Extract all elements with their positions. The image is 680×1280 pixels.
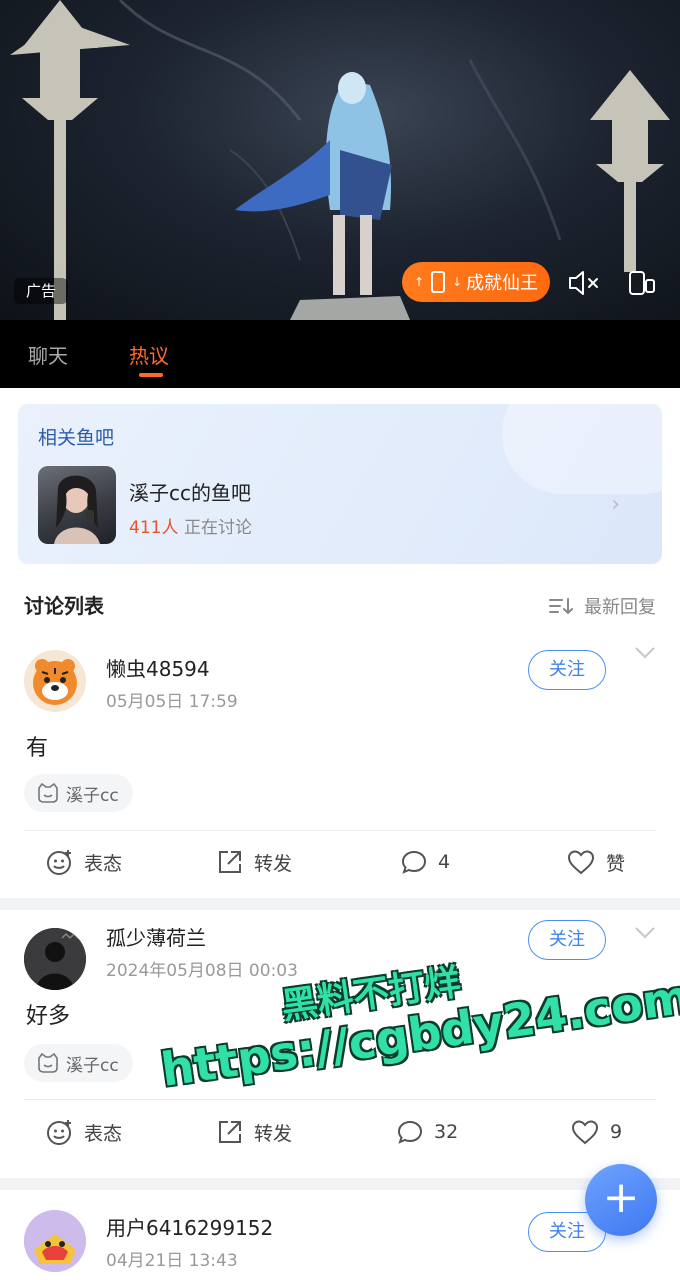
post-body[interactable]: 好多 [26, 998, 70, 1030]
share-icon [219, 851, 241, 873]
post-separator [0, 898, 680, 910]
like-button[interactable]: 赞 [566, 840, 625, 884]
chevron-right-icon: › [611, 492, 620, 517]
arrow-up-icon: ↑ [413, 275, 424, 289]
fish-bar-status: 正在讨论 [184, 518, 252, 538]
user-avatar[interactable] [24, 1210, 86, 1272]
rotate-screen-icon[interactable] [624, 266, 660, 300]
share-icon [219, 1121, 241, 1143]
like-label: 赞 [606, 852, 626, 875]
user-avatar[interactable] [24, 650, 86, 712]
mute-icon[interactable] [566, 266, 602, 300]
follow-button[interactable]: 关注 [528, 650, 606, 690]
heart-icon [571, 1120, 599, 1145]
post-body[interactable]: 有 [26, 730, 48, 762]
active-tab-indicator [139, 373, 163, 377]
comment-icon [397, 1120, 423, 1144]
related-fish-bar-card[interactable]: 相关鱼吧 溪子cc的鱼吧 411人 正在讨论 › [18, 404, 662, 564]
fish-bar-icon [38, 1052, 58, 1073]
share-button[interactable]: 转发 [216, 1110, 292, 1154]
arrow-down-icon: ↓ [452, 275, 463, 289]
post-topic-label: 溪子cc [66, 785, 119, 806]
fish-bar-member-count: 411人 [129, 518, 179, 538]
post-item[interactable]: 懒虫48594 05月05日 17:59 关注 有 溪子cc 表态 转发 4 赞 [0, 632, 680, 898]
comment-count: 4 [438, 851, 451, 873]
fish-bar-avatar [38, 466, 116, 544]
react-button[interactable]: 表态 [46, 840, 122, 884]
video-ad-banner[interactable]: 广告 ↑ ↓ 成就仙王 [0, 0, 680, 320]
share-label: 转发 [254, 1122, 293, 1145]
user-avatar[interactable] [24, 928, 86, 990]
like-count: 9 [610, 1121, 623, 1143]
sort-dropdown[interactable]: 最新回复 [548, 593, 656, 619]
post-separator [0, 1178, 680, 1190]
main-content: 相关鱼吧 溪子cc的鱼吧 411人 正在讨论 › 讨论列表 最新回复 懒虫485… [0, 388, 680, 1280]
tab-bar: 聊天 热议 [0, 320, 680, 388]
react-button[interactable]: 表态 [46, 1110, 122, 1154]
chevron-down-icon[interactable] [634, 926, 656, 940]
post-username[interactable]: 孤少薄荷兰 [106, 922, 206, 951]
tab-hot-discussion[interactable]: 热议 [129, 340, 169, 369]
related-card-title: 相关鱼吧 [38, 427, 115, 449]
post-item[interactable]: 孤少薄荷兰 2024年05月08日 00:03 关注 好多 溪子cc 表态 转发… [0, 910, 680, 1178]
share-button[interactable]: 转发 [216, 840, 292, 884]
post-topic-tag[interactable]: 溪子cc [24, 1044, 133, 1082]
emoji-add-icon [47, 850, 71, 875]
post-time: 2024年05月08日 00:03 [106, 961, 298, 981]
post-username[interactable]: 懒虫48594 [106, 653, 210, 682]
post-topic-tag[interactable]: 溪子cc [24, 774, 133, 812]
post-item[interactable]: 用户6416299152 04月21日 13:43 关注 [0, 1190, 680, 1280]
comment-icon [401, 850, 427, 874]
card-decoration [502, 404, 662, 494]
react-label: 表态 [84, 852, 123, 875]
promo-label: 成就仙王 [466, 273, 539, 294]
like-button[interactable]: 9 [570, 1110, 622, 1154]
create-post-button[interactable]: + [585, 1164, 657, 1236]
heart-icon [567, 850, 595, 875]
share-label: 转发 [254, 852, 293, 875]
tab-chat[interactable]: 聊天 [28, 340, 68, 369]
comment-button[interactable]: 4 [400, 840, 450, 884]
follow-button[interactable]: 关注 [528, 920, 606, 960]
sort-label: 最新回复 [584, 597, 656, 618]
promo-button[interactable]: ↑ ↓ 成就仙王 [402, 262, 550, 302]
phone-icon [431, 271, 445, 293]
post-time: 04月21日 13:43 [106, 1251, 238, 1271]
comment-button[interactable]: 32 [396, 1110, 458, 1154]
chevron-down-icon[interactable] [634, 646, 656, 660]
ad-label: 广告 [14, 278, 69, 304]
divider [24, 830, 656, 831]
sort-icon [549, 598, 573, 614]
discussion-list-title: 讨论列表 [24, 594, 104, 618]
post-topic-label: 溪子cc [66, 1055, 119, 1076]
fish-bar-icon [38, 782, 58, 803]
post-time: 05月05日 17:59 [106, 692, 238, 712]
fish-bar-name: 溪子cc的鱼吧 [129, 481, 251, 505]
divider [24, 1099, 656, 1100]
comment-count: 32 [434, 1121, 459, 1143]
react-label: 表态 [84, 1122, 123, 1145]
emoji-add-icon [47, 1120, 71, 1145]
post-username[interactable]: 用户6416299152 [106, 1212, 273, 1241]
